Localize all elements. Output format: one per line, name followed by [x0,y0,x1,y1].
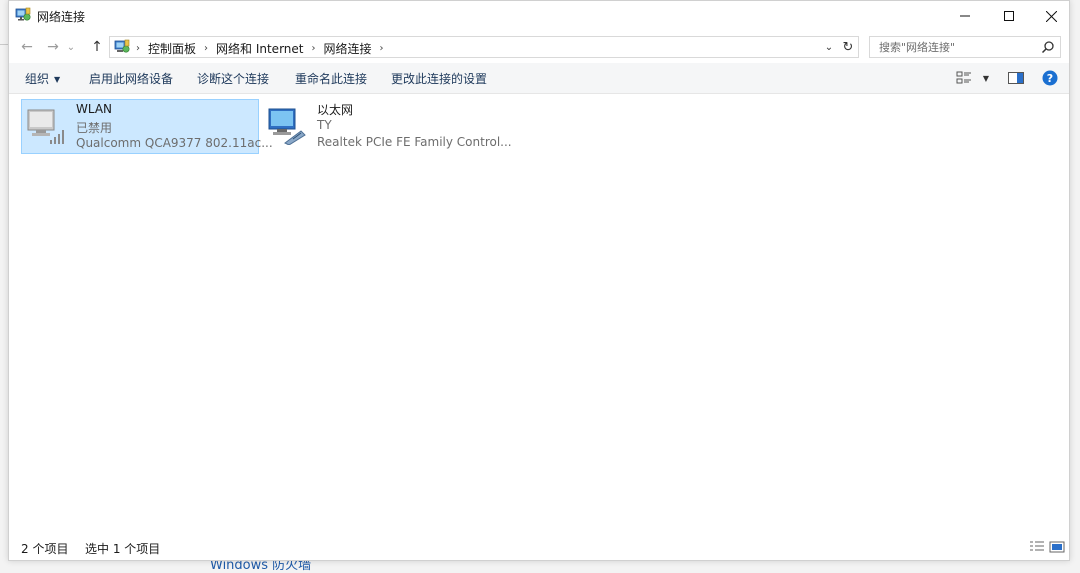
preview-pane-button[interactable] [1007,69,1025,87]
item-device: Realtek PCIe FE Family Control... [317,135,512,149]
chevron-down-icon: ⌄ [66,41,76,53]
breadcrumb-separator-icon[interactable]: › [311,43,315,54]
close-button[interactable] [1029,1,1073,31]
search-box[interactable] [869,36,1061,58]
item-device: Qualcomm QCA9377 802.11ac... [76,136,273,150]
item-status: TY [317,118,332,132]
organize-label: 组织 [25,72,50,86]
network-connections-icon [15,7,31,23]
forward-button[interactable]: → [43,37,63,57]
maximize-button[interactable] [987,1,1031,31]
search-icon[interactable] [1040,39,1056,55]
item-name: 以太网 [317,103,354,117]
explorer-window: 网络连接 ← → ⌄ ↑ › 控制面板 › 网络和 Internet › 网络连… [8,0,1070,561]
selected-count: 选中 1 个项目 [85,542,161,556]
title-bar[interactable]: 网络连接 [9,1,1069,31]
item-count: 2 个项目 [21,542,69,556]
diagnose-button[interactable]: 诊断这个连接 [197,70,269,87]
minimize-icon [960,15,970,17]
help-icon: ? [1042,70,1058,86]
list-item-wlan[interactable]: WLAN 已禁用 Qualcomm QCA9377 802.11ac... [21,99,273,154]
rename-button[interactable]: 重命名此连接 [295,70,367,87]
enable-device-button[interactable]: 启用此网络设备 [89,70,173,87]
svg-text:?: ? [1047,72,1053,85]
command-bar: 组织 ▼ 启用此网络设备 诊断这个连接 重命名此连接 更改此连接的设置 ▼ ? [9,63,1069,94]
address-history-chevron-icon[interactable]: ⌄ [822,40,836,54]
change-view-button[interactable] [955,69,973,87]
address-row: ← → ⌄ ↑ › 控制面板 › 网络和 Internet › 网络连接 › ⌄… [9,31,1069,63]
recent-locations-button[interactable]: ⌄ [65,37,77,57]
breadcrumb-control-panel[interactable]: 控制面板 [148,40,196,57]
ethernet-adapter-icon [267,105,307,146]
caret-down-icon: ▼ [54,75,61,84]
details-view-icon [1030,541,1044,551]
breadcrumb-separator-icon[interactable]: › [136,43,140,54]
organize-button[interactable]: 组织 ▼ [25,70,60,87]
minimize-button[interactable] [943,1,987,31]
more-views-chevron-icon[interactable]: ▼ [977,69,995,87]
status-bar: 2 个项目 选中 1 个项目 [9,534,1069,560]
maximize-icon [1004,11,1014,21]
close-icon [1045,10,1057,22]
change-settings-button[interactable]: 更改此连接的设置 [391,70,487,87]
preview-pane-icon [1008,72,1024,84]
up-arrow-icon: ↑ [91,39,103,55]
breadcrumb-network-internet[interactable]: 网络和 Internet [216,40,303,57]
refresh-icon[interactable]: ↻ [840,39,856,55]
breadcrumb-separator-icon[interactable]: › [380,43,384,54]
window-title: 网络连接 [37,10,86,24]
view-options-icon [956,71,971,84]
large-icons-view-button[interactable] [1049,540,1065,554]
large-icons-view-icon [1049,541,1065,553]
search-input[interactable] [870,37,1038,57]
background-window-edge [0,44,8,45]
back-button[interactable]: ← [17,37,37,57]
forward-arrow-icon: → [47,39,59,55]
breadcrumb-network-connections[interactable]: 网络连接 [323,40,371,57]
details-view-button[interactable] [1029,540,1045,554]
back-arrow-icon: ← [21,39,33,55]
breadcrumb-separator-icon[interactable]: › [204,43,208,54]
up-button[interactable]: ↑ [87,37,107,57]
address-bar[interactable]: › 控制面板 › 网络和 Internet › 网络连接 › ⌄ ↻ [109,36,859,58]
wifi-adapter-icon [26,106,66,146]
breadcrumb: › 控制面板 › 网络和 Internet › 网络连接 › [134,40,392,57]
item-status: 已禁用 [76,121,113,135]
help-button[interactable]: ? [1041,69,1059,87]
item-name: WLAN [76,102,113,116]
items-view[interactable]: WLAN 已禁用 Qualcomm QCA9377 802.11ac... 以太… [9,93,1069,530]
control-panel-icon [114,39,130,55]
list-item-ethernet[interactable]: 以太网 TY Realtek PCIe FE Family Control... [263,99,513,154]
